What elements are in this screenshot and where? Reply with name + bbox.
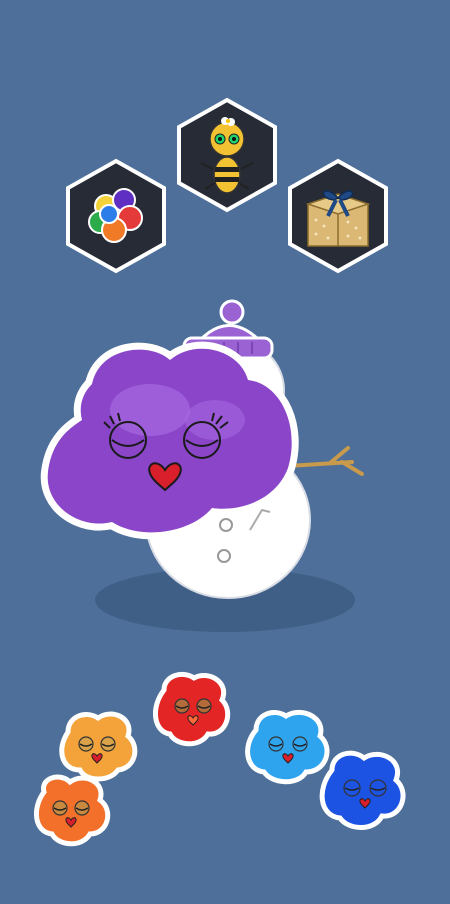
blue-slime[interactable] (316, 746, 412, 832)
purple-slime[interactable] (40, 341, 299, 540)
red-slime[interactable] (150, 670, 234, 748)
snowman-arm (286, 446, 364, 476)
orange-slime[interactable] (30, 770, 114, 848)
